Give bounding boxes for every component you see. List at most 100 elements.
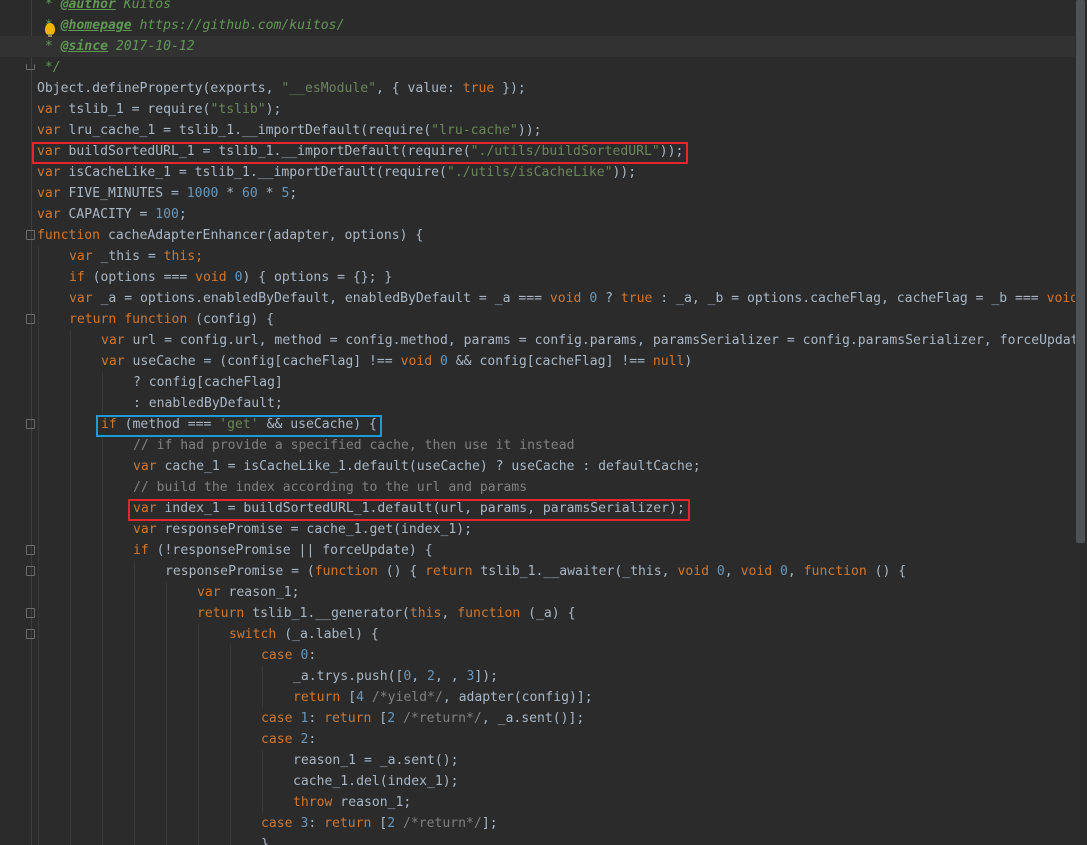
fold-end-icon[interactable] xyxy=(26,64,35,70)
code-text: * @author Kuitos xyxy=(37,0,171,15)
code-token: var xyxy=(69,291,93,306)
code-line[interactable]: var reason_1; xyxy=(0,582,1087,603)
code-line[interactable]: var index_1 = buildSortedURL_1.default(u… xyxy=(0,498,1087,519)
code-text: case 3: return [2 /*return*/]; xyxy=(261,813,498,834)
code-line[interactable]: Object.defineProperty(exports, "__esModu… xyxy=(0,78,1087,99)
code-token: Object.defineProperty(exports, xyxy=(37,81,282,96)
indent-guide xyxy=(262,687,263,708)
fold-toggle-icon[interactable] xyxy=(26,230,35,240)
code-line[interactable]: if (method === 'get' && useCache) { xyxy=(0,414,1087,435)
indent-guide xyxy=(102,393,103,414)
code-token: , xyxy=(787,564,804,579)
code-line[interactable]: var responsePromise = cache_1.get(index_… xyxy=(0,519,1087,540)
code-line[interactable]: var isCacheLike_1 = tslib_1.__importDefa… xyxy=(0,162,1087,183)
code-token: */ xyxy=(37,60,61,75)
indent-guide xyxy=(198,687,199,708)
code-line[interactable]: var useCache = (config[cacheFlag] !== vo… xyxy=(0,351,1087,372)
code-line[interactable]: var _a = options.enabledByDefault, enabl… xyxy=(0,288,1087,309)
code-line[interactable]: * @author Kuitos xyxy=(0,0,1087,15)
indent-guide xyxy=(38,708,39,729)
code-line[interactable]: return tslib_1.__generator(this, functio… xyxy=(0,603,1087,624)
indent-guide xyxy=(230,834,231,845)
fold-toggle-icon[interactable] xyxy=(26,629,35,639)
code-line[interactable]: if (options === void 0) { options = {}; … xyxy=(0,267,1087,288)
code-line[interactable]: // if had provide a specified cache, the… xyxy=(0,435,1087,456)
indent-guide xyxy=(134,729,135,750)
code-line[interactable]: return function (config) { xyxy=(0,309,1087,330)
code-token: var xyxy=(133,459,157,474)
code-token: )); xyxy=(612,165,637,180)
code-line[interactable]: var tslib_1 = require("tslib"); xyxy=(0,99,1087,120)
code-line[interactable]: cache_1.del(index_1); xyxy=(0,771,1087,792)
indent-guide xyxy=(166,750,167,771)
code-line[interactable]: var lru_cache_1 = tslib_1.__importDefaul… xyxy=(0,120,1087,141)
code-line[interactable]: ? config[cacheFlag] xyxy=(0,372,1087,393)
indent-guide xyxy=(134,771,135,792)
code-line[interactable]: if (!responsePromise || forceUpdate) { xyxy=(0,540,1087,561)
code-token: switch xyxy=(229,627,277,642)
code-line[interactable]: var FIVE_MINUTES = 1000 * 60 * 5; xyxy=(0,183,1087,204)
code-line[interactable]: case 1: return [2 /*return*/, _a.sent()]… xyxy=(0,708,1087,729)
fold-toggle-icon[interactable] xyxy=(26,545,35,555)
code-line[interactable]: case 0: xyxy=(0,645,1087,666)
code-token: var xyxy=(101,354,125,369)
code-line[interactable]: reason_1 = _a.sent(); xyxy=(0,750,1087,771)
indent-guide xyxy=(38,498,39,519)
code-line[interactable]: case 2: xyxy=(0,729,1087,750)
indent-guide xyxy=(198,750,199,771)
code-token: , xyxy=(441,606,458,621)
code-token: buildSortedURL_1 = tslib_1.__importDefau… xyxy=(60,144,471,159)
fold-toggle-icon[interactable] xyxy=(26,419,35,429)
code-token: (_a.label) { xyxy=(276,627,379,642)
code-token: , xyxy=(724,564,741,579)
code-token: 4 xyxy=(356,690,364,705)
code-token: )); xyxy=(659,144,684,159)
code-line[interactable]: // build the index according to the url … xyxy=(0,477,1087,498)
code-editor[interactable]: * @author Kuitos * @homepage https://git… xyxy=(0,0,1087,845)
code-line[interactable]: } xyxy=(0,834,1087,845)
code-line[interactable]: var _this = this; xyxy=(0,246,1087,267)
code-line[interactable]: return [4 /*yield*/, adapter(config)]; xyxy=(0,687,1087,708)
code-text: throw reason_1; xyxy=(293,792,411,813)
fold-toggle-icon[interactable] xyxy=(26,608,35,618)
indent-guide xyxy=(134,750,135,771)
code-line[interactable]: _a.trys.push([0, 2, , 3]); xyxy=(0,666,1087,687)
indent-guide xyxy=(262,792,263,813)
fold-toggle-icon[interactable] xyxy=(26,314,35,324)
indent-guide xyxy=(166,603,167,624)
code-token: )); xyxy=(517,123,542,138)
code-token: (options === xyxy=(84,270,196,285)
code-line[interactable]: function cacheAdapterEnhancer(adapter, o… xyxy=(0,225,1087,246)
code-token: null xyxy=(652,354,685,369)
code-token: _a.trys.push([ xyxy=(293,669,404,684)
indent-guide xyxy=(134,834,135,845)
indent-guide xyxy=(166,771,167,792)
code-line[interactable]: throw reason_1; xyxy=(0,792,1087,813)
fold-toggle-icon[interactable] xyxy=(26,566,35,576)
intention-bulb-icon[interactable] xyxy=(45,23,55,37)
code-line[interactable]: * @since 2017-10-12 xyxy=(0,36,1087,57)
code-line[interactable]: var CAPACITY = 100; xyxy=(0,204,1087,225)
code-line[interactable]: */ xyxy=(0,57,1087,78)
code-line[interactable]: var cache_1 = isCacheLike_1.default(useC… xyxy=(0,456,1087,477)
code-token: true xyxy=(462,81,495,96)
code-line[interactable]: case 3: return [2 /*return*/]; xyxy=(0,813,1087,834)
code-line[interactable]: responsePromise = (function () { return … xyxy=(0,561,1087,582)
indent-guide xyxy=(134,561,135,582)
code-line[interactable]: : enabledByDefault; xyxy=(0,393,1087,414)
code-token: "lru-cache" xyxy=(431,123,518,138)
code-token: void xyxy=(549,291,582,306)
code-token: * xyxy=(37,39,61,54)
code-line[interactable]: var url = config.url, method = config.me… xyxy=(0,330,1087,351)
indent-guide xyxy=(38,624,39,645)
code-line[interactable]: var buildSortedURL_1 = tslib_1.__importD… xyxy=(0,141,1087,162)
code-token: var xyxy=(37,144,61,159)
code-token: 1000 xyxy=(186,186,219,201)
scrollbar-thumb[interactable] xyxy=(1076,0,1085,543)
code-token: reason_1; xyxy=(332,795,412,810)
code-line[interactable]: * @homepage https://github.com/kuitos/ xyxy=(0,15,1087,36)
code-token: [ xyxy=(371,711,388,726)
code-line[interactable]: switch (_a.label) { xyxy=(0,624,1087,645)
indent-guide xyxy=(102,834,103,845)
indent-guide xyxy=(166,792,167,813)
